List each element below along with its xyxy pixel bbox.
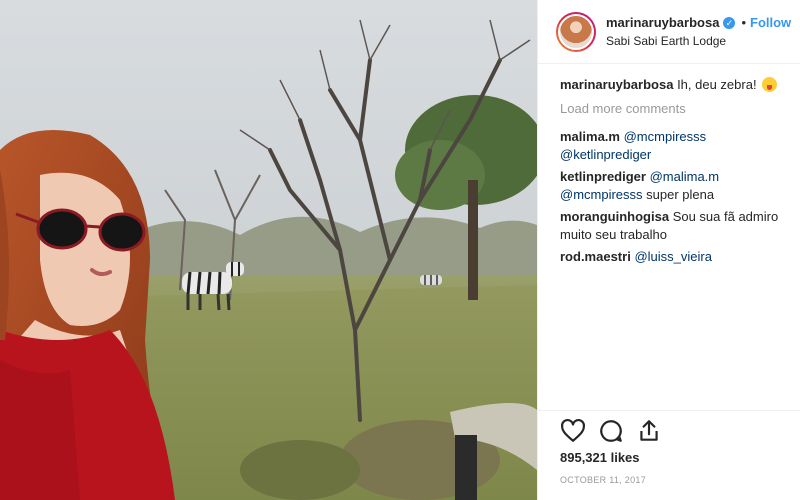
header-text: marinaruybarbosa ✓ • Follow Sabi Sabi Ea… bbox=[606, 15, 791, 49]
header-top: marinaruybarbosa ✓ • Follow bbox=[606, 15, 791, 31]
comment-item: ketlinprediger @malima.m @mcmpiresss sup… bbox=[560, 168, 786, 204]
comment-item: moranguinhogisa Sou sua fã admiro muito … bbox=[560, 208, 786, 244]
caption-text: Ih, deu zebra! bbox=[677, 77, 757, 92]
avatar[interactable] bbox=[556, 11, 596, 52]
separator-dot: • bbox=[741, 14, 746, 30]
comment-username[interactable]: moranguinhogisa bbox=[560, 209, 669, 224]
comment-mention[interactable]: @mcmpiresss bbox=[624, 129, 707, 144]
tongue-emoji-icon bbox=[762, 77, 778, 92]
divider bbox=[538, 410, 800, 411]
avatar-image bbox=[558, 13, 594, 50]
comment-text: super plena bbox=[646, 187, 715, 202]
comment-mention[interactable]: @malima.m bbox=[650, 169, 720, 184]
follow-button[interactable]: Follow bbox=[750, 15, 791, 31]
comment-mention[interactable]: @luiss_vieira bbox=[634, 249, 712, 264]
safari-photo bbox=[0, 0, 537, 500]
instagram-post: marinaruybarbosa ✓ • Follow Sabi Sabi Ea… bbox=[0, 0, 800, 500]
caption-username[interactable]: marinaruybarbosa bbox=[560, 77, 673, 92]
post-photo[interactable] bbox=[0, 0, 537, 500]
caption: marinaruybarbosa Ih, deu zebra! bbox=[560, 76, 786, 94]
post-side-panel: marinaruybarbosa ✓ • Follow Sabi Sabi Ea… bbox=[537, 0, 800, 500]
comment-mention[interactable]: @mcmpiresss bbox=[560, 187, 643, 202]
comment-mention[interactable]: @ketlinprediger bbox=[560, 147, 651, 162]
location-link[interactable]: Sabi Sabi Earth Lodge bbox=[606, 33, 791, 49]
comment-item: malima.m @mcmpiresss @ketlinprediger bbox=[560, 128, 786, 164]
load-more-comments-link[interactable]: Load more comments bbox=[560, 100, 786, 118]
comment-username[interactable]: malima.m bbox=[560, 129, 620, 144]
post-header: marinaruybarbosa ✓ • Follow Sabi Sabi Ea… bbox=[538, 0, 800, 64]
comment-item: rod.maestri @luiss_vieira bbox=[560, 248, 786, 266]
action-bar bbox=[560, 418, 662, 444]
comment-username[interactable]: ketlinprediger bbox=[560, 169, 646, 184]
comment-username[interactable]: rod.maestri bbox=[560, 249, 631, 264]
likes-count[interactable]: 895,321 likes bbox=[560, 450, 640, 465]
username-link[interactable]: marinaruybarbosa bbox=[606, 15, 719, 31]
post-date: OCTOBER 11, 2017 bbox=[560, 475, 647, 485]
comment-bubble-icon[interactable] bbox=[598, 418, 624, 444]
share-icon[interactable] bbox=[636, 418, 662, 444]
comments-list: marinaruybarbosa Ih, deu zebra! Load mor… bbox=[538, 64, 800, 266]
verified-badge-icon: ✓ bbox=[723, 16, 736, 29]
heart-icon[interactable] bbox=[560, 418, 586, 444]
